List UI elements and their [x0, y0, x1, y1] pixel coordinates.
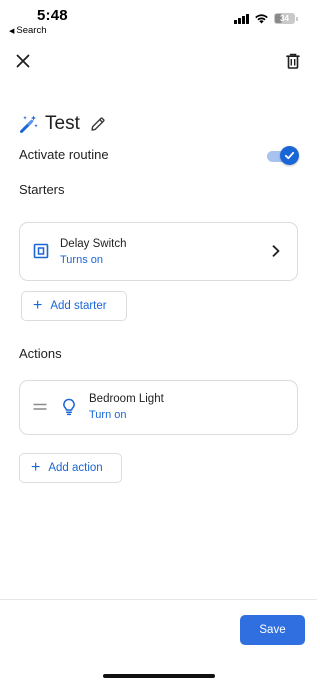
- close-button[interactable]: [13, 51, 33, 71]
- routine-title-row: Test: [19, 113, 108, 135]
- back-to-search-link[interactable]: ◀ Search: [9, 25, 47, 36]
- action-device-name: Bedroom Light: [89, 393, 164, 405]
- status-icons: 34: [234, 13, 298, 24]
- action-card-bedroom-light[interactable]: Bedroom Light Turn on: [19, 380, 298, 435]
- delete-button[interactable]: [283, 51, 303, 71]
- home-indicator: [103, 674, 215, 678]
- save-button[interactable]: Save: [240, 615, 305, 645]
- edit-title-button[interactable]: [88, 114, 108, 134]
- back-label: Search: [16, 25, 47, 36]
- add-starter-button[interactable]: + Add starter: [21, 291, 127, 321]
- trash-icon: [286, 53, 300, 69]
- cellular-signal-icon: [234, 13, 249, 24]
- routine-title: Test: [45, 113, 80, 134]
- wifi-icon: [255, 14, 268, 24]
- back-arrow-icon: ◀: [9, 27, 15, 35]
- starter-device-state: Turns on: [60, 254, 104, 266]
- magic-wand-icon: [20, 115, 38, 133]
- pencil-icon: [91, 117, 105, 131]
- action-device-state: Turn on: [89, 409, 127, 421]
- plus-icon: +: [31, 458, 41, 476]
- drag-handle-icon[interactable]: [33, 402, 47, 412]
- starter-card-delay-switch[interactable]: Delay Switch Turns on: [19, 222, 298, 281]
- chevron-right-icon: [269, 243, 283, 259]
- battery-icon: 34: [274, 13, 298, 24]
- close-icon: [16, 54, 30, 68]
- starters-heading: Starters: [19, 182, 65, 197]
- activate-routine-label: Activate routine: [19, 147, 109, 162]
- footer-divider: [0, 599, 317, 600]
- add-action-label: Add action: [48, 462, 103, 474]
- routine-editor-screen: 5:48 ◀ Search 34 Test Activate routine S…: [0, 0, 317, 686]
- starter-device-name: Delay Switch: [60, 238, 127, 250]
- switch-icon: [33, 243, 49, 259]
- battery-level: 34: [280, 14, 289, 23]
- add-starter-label: Add starter: [50, 300, 107, 312]
- actions-heading: Actions: [19, 346, 62, 361]
- lightbulb-icon: [62, 398, 76, 416]
- plus-icon: +: [33, 296, 43, 314]
- status-time: 5:48: [37, 7, 68, 24]
- activate-routine-toggle[interactable]: [267, 146, 299, 166]
- add-action-button[interactable]: + Add action: [19, 453, 122, 483]
- check-icon: [284, 151, 295, 160]
